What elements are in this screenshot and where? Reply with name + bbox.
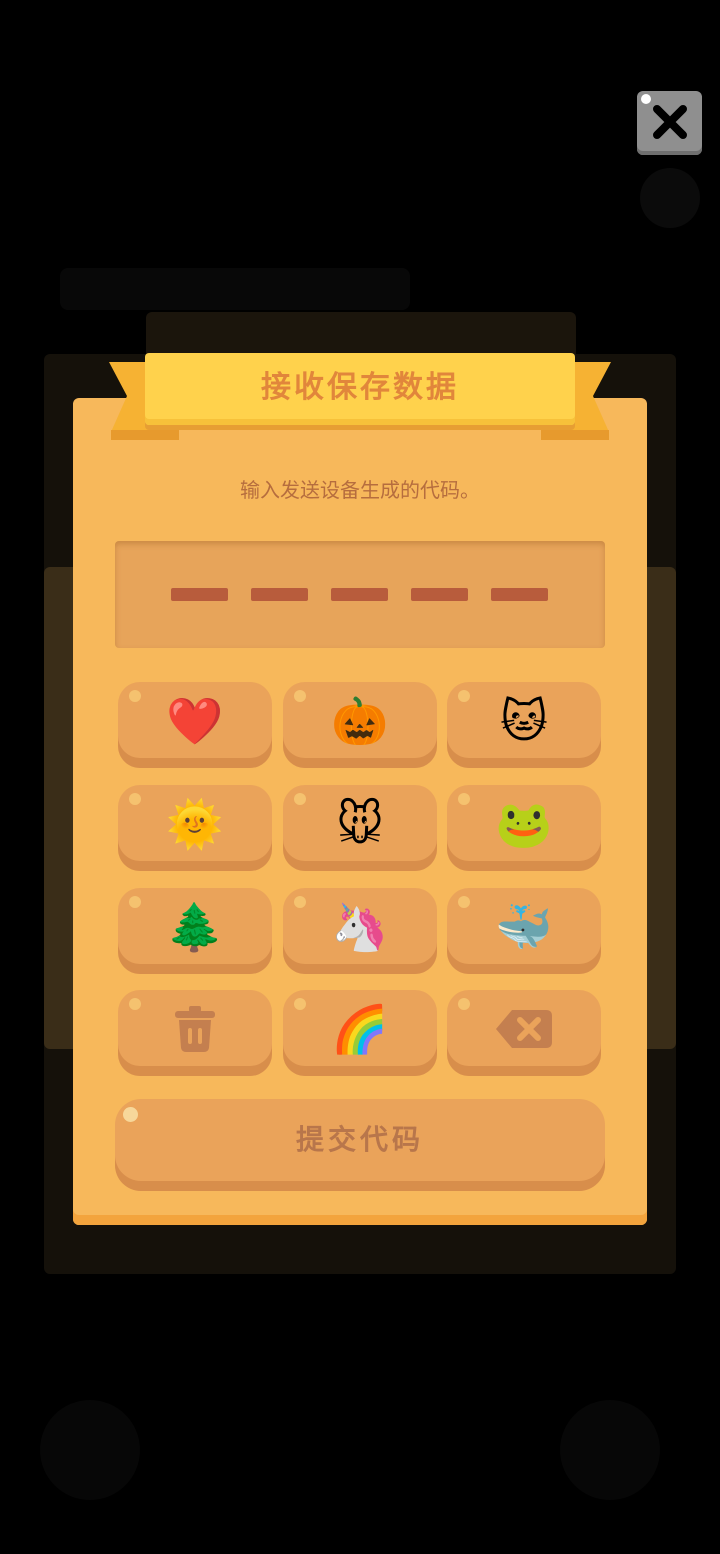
key-whale[interactable]: 🐳: [447, 888, 601, 974]
close-button[interactable]: [637, 91, 702, 155]
key-mouse[interactable]: 🐭: [283, 785, 437, 871]
backspace-icon: [496, 1010, 552, 1048]
code-input-field: [115, 541, 605, 648]
background-circle: [560, 1400, 660, 1500]
key-heart[interactable]: ❤️: [118, 682, 272, 768]
code-slot: [251, 588, 308, 601]
key-unicorn[interactable]: 🦄: [283, 888, 437, 974]
background-circle: [40, 1400, 140, 1500]
frog-icon: 🐸: [495, 797, 553, 851]
trash-icon: [175, 1006, 215, 1052]
rainbow-icon: 🌈: [331, 1002, 389, 1056]
dialog-title: 接收保存数据: [261, 370, 459, 405]
key-rainbow[interactable]: 🌈: [283, 990, 437, 1076]
whale-icon: 🐳: [495, 900, 553, 954]
key-frog[interactable]: 🐸: [447, 785, 601, 871]
submit-code-label: 提交代码: [295, 1123, 424, 1156]
key-cat[interactable]: 🐱: [447, 682, 601, 768]
heart-icon: ❤️: [166, 694, 224, 748]
key-tree[interactable]: 🌲: [118, 888, 272, 974]
button-shine: [641, 94, 651, 104]
close-icon: [653, 105, 687, 139]
tree-icon: 🌲: [166, 900, 224, 954]
backspace-icon-wrap: [447, 994, 601, 1064]
code-slot: [331, 588, 388, 601]
trash-icon-wrap: [118, 994, 272, 1064]
background-bar: [60, 268, 410, 310]
key-sun[interactable]: 🌞: [118, 785, 272, 871]
clear-button[interactable]: [118, 990, 272, 1076]
key-pumpkin[interactable]: 🎃: [283, 682, 437, 768]
instruction-text: 输入发送设备生成的代码。: [240, 478, 480, 502]
unicorn-icon: 🦄: [331, 900, 389, 954]
title-ribbon: 接收保存数据: [145, 353, 575, 425]
cat-icon: 🐱: [500, 694, 548, 748]
mouse-icon: 🐭: [336, 797, 384, 851]
backspace-button[interactable]: [447, 990, 601, 1076]
submit-code-button[interactable]: 提交代码: [115, 1099, 605, 1191]
sun-icon: 🌞: [166, 797, 224, 851]
code-slot: [411, 588, 468, 601]
code-slot: [171, 588, 228, 601]
background-circle: [640, 168, 700, 228]
code-slot: [491, 588, 548, 601]
pumpkin-icon: 🎃: [331, 694, 389, 748]
